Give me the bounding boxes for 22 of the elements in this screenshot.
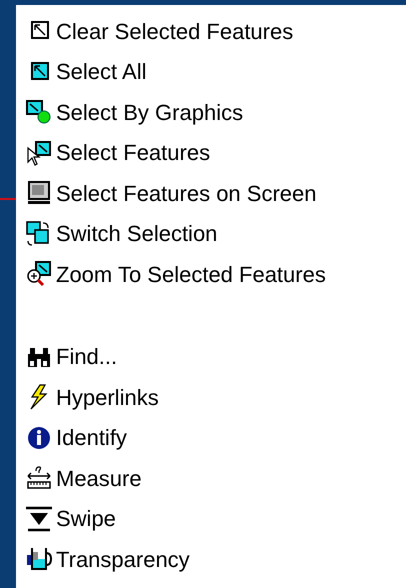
menu-item[interactable]: Select By Graphics (56, 96, 244, 129)
zoom-selection-icon (26, 261, 52, 288)
info-icon (26, 424, 52, 451)
menu-item[interactable]: Swipe (56, 502, 116, 536)
menu-item[interactable]: Select Features (56, 136, 210, 170)
menu-item[interactable]: Identify (56, 421, 127, 454)
switch-selection-icon (26, 220, 52, 247)
menu-item[interactable]: Select Features on Screen (56, 176, 316, 210)
menu-item[interactable]: Find... (56, 340, 118, 374)
menu-item[interactable]: Hyperlinks (56, 380, 159, 414)
menu-item[interactable]: Transparency (56, 542, 190, 576)
ruler-icon (26, 465, 52, 492)
beaker-icon (26, 546, 52, 572)
swipe-icon (26, 506, 52, 532)
selection-graphic-icon (26, 99, 52, 126)
monitor-icon (26, 180, 52, 206)
pointer-selection-icon (26, 140, 52, 166)
menu-item[interactable]: Switch Selection (56, 217, 218, 250)
menu-item[interactable]: Select All (56, 55, 146, 88)
menu-item[interactable]: Measure (56, 462, 142, 495)
menu-item[interactable]: Clear Selected Features (56, 14, 294, 48)
menu-item[interactable]: Zoom To Selected Features (56, 258, 326, 291)
